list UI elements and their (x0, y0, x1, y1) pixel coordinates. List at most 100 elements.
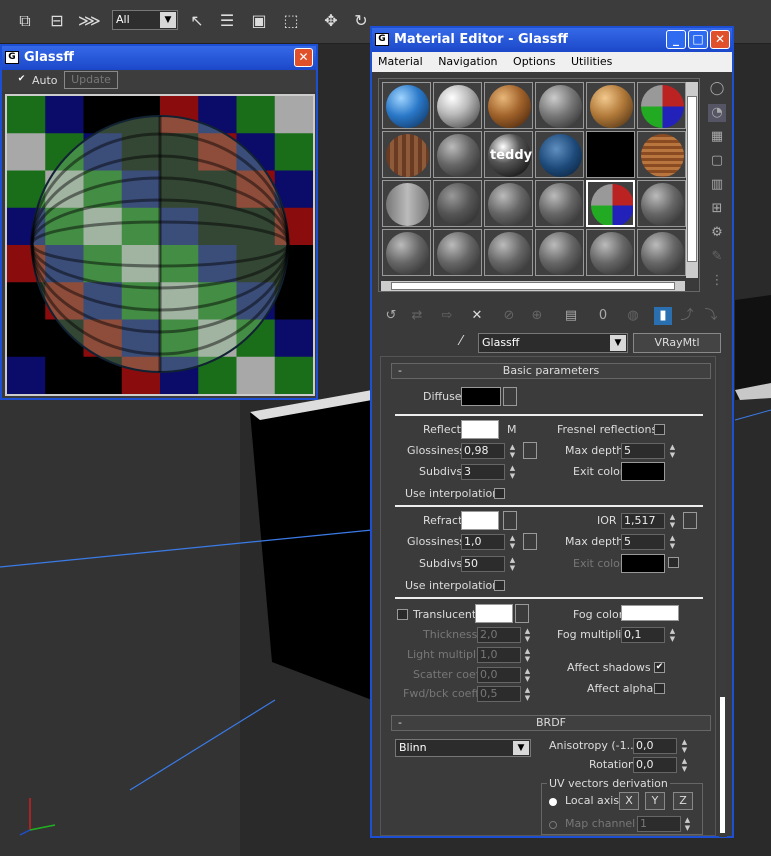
spinner-arrows-icon[interactable]: ▲ ▼ (680, 738, 689, 754)
spinner-arrows-icon[interactable]: ▲ ▼ (508, 556, 517, 572)
material-slot[interactable] (484, 180, 533, 227)
select-by-name-icon[interactable]: ☰ (216, 10, 238, 32)
ior-map-button[interactable] (683, 512, 697, 529)
window-crossing-icon[interactable]: ⬚ (280, 10, 302, 32)
material-slot[interactable] (637, 131, 686, 178)
rect-selection-icon[interactable]: ▣ (248, 10, 270, 32)
spinner-arrows-icon[interactable]: ▲ ▼ (668, 513, 677, 529)
slots-hscrollbar[interactable] (381, 281, 685, 291)
close-button[interactable]: ✕ (294, 48, 313, 67)
slots-vscrollbar[interactable] (686, 82, 698, 278)
map-channel-radio[interactable] (549, 821, 557, 829)
rotation-spinner[interactable]: 0,0 (633, 757, 677, 773)
go-to-parent-icon[interactable]: ⤴ (678, 307, 696, 325)
background-icon[interactable]: ▦ (708, 128, 726, 146)
ior-spinner[interactable]: 1,517 (621, 513, 665, 529)
anisotropy-spinner[interactable]: 0,0 (633, 738, 677, 754)
uv-tiling-icon[interactable]: ▢ (708, 152, 726, 170)
reflect-exit-color-swatch[interactable] (621, 462, 665, 481)
spinner-arrows-icon[interactable]: ▲ ▼ (508, 464, 517, 480)
show-end-result-icon[interactable]: ▮ (654, 307, 672, 325)
bind-spacewarp-icon[interactable]: ⋙ (78, 10, 101, 32)
material-slot[interactable] (433, 229, 482, 276)
refract-exit-checkbox[interactable] (668, 557, 679, 568)
material-slot[interactable] (382, 180, 431, 227)
refract-glossiness-spinner[interactable]: 1,0 (461, 534, 505, 550)
put-to-scene-icon[interactable]: ⇄ (408, 307, 426, 325)
fog-multiplier-spinner[interactable]: 0,1 (621, 627, 665, 643)
close-button[interactable]: ✕ (710, 30, 730, 49)
reflect-glossiness-spinner[interactable]: 0,98 (461, 443, 505, 459)
spinner-arrows-icon[interactable]: ▲ ▼ (508, 443, 517, 459)
spinner-arrows-icon[interactable]: ▲ ▼ (523, 627, 532, 643)
material-editor-window[interactable]: G Material Editor - Glassff _ □ ✕ Materi… (370, 26, 734, 838)
unlink-icon[interactable]: ⊟ (46, 10, 68, 32)
pick-material-icon[interactable]: ⁄ (452, 333, 470, 351)
rotate-icon[interactable]: ↻ (350, 10, 372, 32)
refract-map-button[interactable] (503, 511, 517, 530)
video-color-check-icon[interactable]: ▥ (708, 176, 726, 194)
menu-material[interactable]: Material (372, 55, 429, 68)
selection-filter-dropdown[interactable]: All ▼ (112, 10, 178, 30)
refract-subdivs-spinner[interactable]: 50 (461, 556, 505, 572)
spinner-arrows-icon[interactable]: ▲ ▼ (683, 816, 692, 832)
material-slot[interactable] (382, 82, 431, 129)
material-slot[interactable] (586, 82, 635, 129)
translucent-color-swatch[interactable] (475, 604, 513, 623)
thickness-spinner[interactable]: 2,0 (477, 627, 521, 643)
material-slot[interactable] (382, 131, 431, 178)
update-button[interactable]: Update (64, 71, 118, 89)
reflect-subdivs-spinner[interactable]: 3 (461, 464, 505, 480)
reflect-map-button[interactable]: M (507, 423, 517, 436)
material-slot[interactable] (535, 82, 584, 129)
show-map-in-viewport-icon[interactable]: ◍ (624, 307, 642, 325)
affect-shadows-checkbox[interactable]: ✔ (654, 662, 665, 673)
sample-type-icon[interactable]: ◯ (708, 80, 726, 98)
preview-title-bar[interactable]: G Glassff ✕ (2, 46, 316, 70)
select-link-icon[interactable]: ⧉ (14, 10, 36, 32)
material-slot[interactable] (586, 229, 635, 276)
diffuse-map-button[interactable] (503, 387, 517, 406)
material-slot[interactable] (433, 131, 482, 178)
axis-y-button[interactable]: Y (645, 792, 665, 810)
basic-parameters-rollout[interactable]: - Basic parameters (391, 363, 711, 379)
make-unique-icon[interactable]: ⊕ (528, 307, 546, 325)
material-slot[interactable] (637, 180, 686, 227)
material-slot[interactable] (586, 131, 635, 178)
material-name-field[interactable]: Glassff ▼ (478, 333, 628, 353)
slots-hscroll-thumb[interactable] (391, 282, 675, 290)
translucent-map-button[interactable] (515, 604, 529, 623)
go-forward-sibling-icon[interactable]: ⤵ (702, 307, 720, 325)
spinner-arrows-icon[interactable]: ▲ ▼ (523, 647, 532, 663)
fog-color-swatch[interactable] (621, 605, 679, 621)
menu-utilities[interactable]: Utilities (565, 55, 618, 68)
select-by-material-icon[interactable]: ✎ (708, 248, 726, 266)
local-axis-radio[interactable] (549, 798, 557, 806)
material-slot[interactable] (433, 180, 482, 227)
spinner-arrows-icon[interactable]: ▲ ▼ (523, 667, 532, 683)
spinner-arrows-icon[interactable]: ▲ ▼ (523, 686, 532, 702)
reflect-interpolation-checkbox[interactable] (494, 488, 505, 499)
material-slot[interactable] (637, 229, 686, 276)
material-type-button[interactable]: VRayMtl (633, 333, 721, 353)
get-material-icon[interactable]: ↺ (382, 307, 400, 325)
slots-vscroll-thumb[interactable] (687, 96, 697, 262)
fwd-bck-coeff-spinner[interactable]: 0,5 (477, 686, 521, 702)
select-object-icon[interactable]: ↖ (186, 10, 208, 32)
reflect-color-swatch[interactable] (461, 420, 499, 439)
menu-navigation[interactable]: Navigation (432, 55, 503, 68)
map-channel-spinner[interactable]: 1 (637, 816, 681, 832)
fresnel-checkbox[interactable] (654, 424, 665, 435)
spinner-arrows-icon[interactable]: ▲ ▼ (668, 534, 677, 550)
material-slot[interactable] (586, 180, 635, 227)
material-slot[interactable]: teddy (484, 131, 533, 178)
material-editor-title-bar[interactable]: G Material Editor - Glassff _ □ ✕ (372, 28, 732, 52)
material-map-navigator-icon[interactable]: ⋮ (708, 272, 726, 290)
spinner-arrows-icon[interactable]: ▲ ▼ (668, 443, 677, 459)
refract-exit-color-swatch[interactable] (621, 554, 665, 573)
material-effects-channel-icon[interactable]: 0 (594, 307, 612, 325)
affect-alpha-checkbox[interactable] (654, 683, 665, 694)
translucent-checkbox[interactable] (397, 609, 408, 620)
axis-x-button[interactable]: X (619, 792, 639, 810)
preview-window[interactable]: G Glassff ✕ ✔ Auto Update (0, 44, 318, 400)
